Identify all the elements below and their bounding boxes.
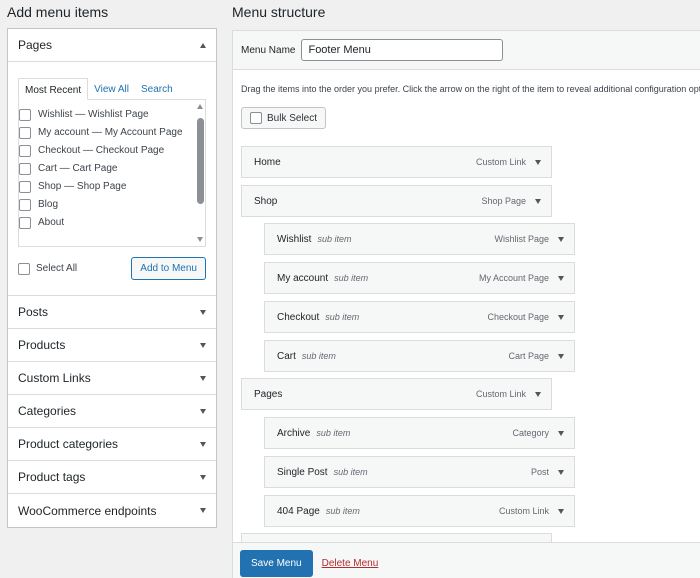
menu-item-404-page[interactable]: 404 Page sub item Custom Link [264,495,575,527]
checkbox[interactable] [19,181,31,193]
pages-section-body: Most Recent View All Search Wishlist — W… [8,62,216,296]
list-item[interactable]: Shop — Shop Page [19,178,189,196]
menu-item-wishlist[interactable]: Wishlist sub item Wishlist Page [264,223,575,255]
scrollbar-thumb[interactable] [197,118,204,204]
add-menu-items-title: Add menu items [7,4,109,20]
checkbox[interactable] [19,109,31,121]
drag-instructions: Drag the items into the order you prefer… [241,84,700,94]
chevron-down-icon [200,375,206,381]
menu-item-cart[interactable]: Cart sub item Cart Page [264,340,575,372]
pages-section-header[interactable]: Pages [8,29,216,62]
scroll-down-icon[interactable] [197,237,203,242]
chevron-down-icon[interactable] [558,314,564,320]
section-custom-links[interactable]: Custom Links [8,362,216,395]
save-menu-button[interactable]: Save Menu [240,549,313,577]
pages-section-label: Pages [18,38,53,52]
chevron-down-icon[interactable] [558,275,564,281]
chevron-down-icon[interactable] [535,159,541,165]
menu-name-bar: Menu Name [233,31,700,70]
menu-footer-bar: Save Menu Delete Menu [233,542,700,578]
menu-item-pages[interactable]: Pages Custom Link [241,378,552,410]
checkbox[interactable] [18,262,30,275]
chevron-down-icon[interactable] [535,198,541,204]
tab-most-recent[interactable]: Most Recent [18,78,89,100]
add-to-menu-button[interactable]: Add to Menu [131,257,206,280]
checkbox[interactable] [19,199,31,211]
checkbox[interactable] [19,127,31,139]
scroll-up-icon[interactable] [197,104,203,109]
pages-tabs: Most Recent View All Search [18,78,206,100]
menu-structure-panel: Menu Name Drag the items into the order … [232,30,700,578]
menu-item-archive[interactable]: Archive sub item Category [264,417,575,449]
collapse-arrow-icon[interactable] [200,42,206,48]
chevron-down-icon [200,408,206,414]
chevron-down-icon[interactable] [558,430,564,436]
checkbox[interactable] [19,217,31,229]
checkbox[interactable] [19,145,31,157]
chevron-down-icon [200,309,206,315]
section-categories[interactable]: Categories [8,395,216,428]
section-product-categories[interactable]: Product categories [8,428,216,461]
menu-name-input[interactable] [301,39,504,61]
list-item[interactable]: Blog [19,196,189,214]
menu-item-home[interactable]: Home Custom Link [241,146,552,178]
chevron-down-icon[interactable] [535,391,541,397]
list-item[interactable]: My account — My Account Page [19,124,189,142]
tab-view-all[interactable]: View All [88,78,135,100]
section-woocommerce-endpoints[interactable]: WooCommerce endpoints [8,494,216,527]
select-all-checkbox[interactable]: Select All [18,262,77,275]
menu-item-my-account[interactable]: My account sub item My Account Page [264,262,575,294]
chevron-down-icon [200,342,206,348]
list-item[interactable]: Checkout — Checkout Page [19,142,189,160]
checkbox[interactable] [250,112,262,124]
menu-item-checkout[interactable]: Checkout sub item Checkout Page [264,301,575,333]
list-item[interactable]: Wishlist — Wishlist Page [19,106,189,124]
menu-structure-title: Menu structure [232,4,326,20]
list-item[interactable]: About [19,214,189,232]
tab-search[interactable]: Search [135,78,179,100]
menu-item-shop[interactable]: Shop Shop Page [241,185,552,217]
add-menu-items-panel: Pages Most Recent View All Search Wishli… [7,28,217,528]
list-item[interactable]: Cart — Cart Page [19,160,189,178]
chevron-down-icon [200,441,206,447]
pages-footer: Select All Add to Menu [18,257,206,280]
checkbox[interactable] [19,163,31,175]
chevron-down-icon [200,508,206,513]
chevron-down-icon[interactable] [558,508,564,514]
menu-item-single-post[interactable]: Single Post sub item Post [264,456,575,488]
section-product-tags[interactable]: Product tags [8,461,216,494]
section-posts[interactable]: Posts [8,296,216,329]
recent-pages-list[interactable]: Wishlist — Wishlist Page My account — My… [18,99,206,247]
chevron-down-icon[interactable] [558,353,564,359]
delete-menu-link[interactable]: Delete Menu [322,558,379,569]
chevron-down-icon[interactable] [558,236,564,242]
chevron-down-icon[interactable] [558,469,564,475]
section-products[interactable]: Products [8,329,216,362]
bulk-select-button[interactable]: Bulk Select [241,107,327,129]
menu-name-label: Menu Name [241,44,296,56]
chevron-down-icon [200,474,206,480]
